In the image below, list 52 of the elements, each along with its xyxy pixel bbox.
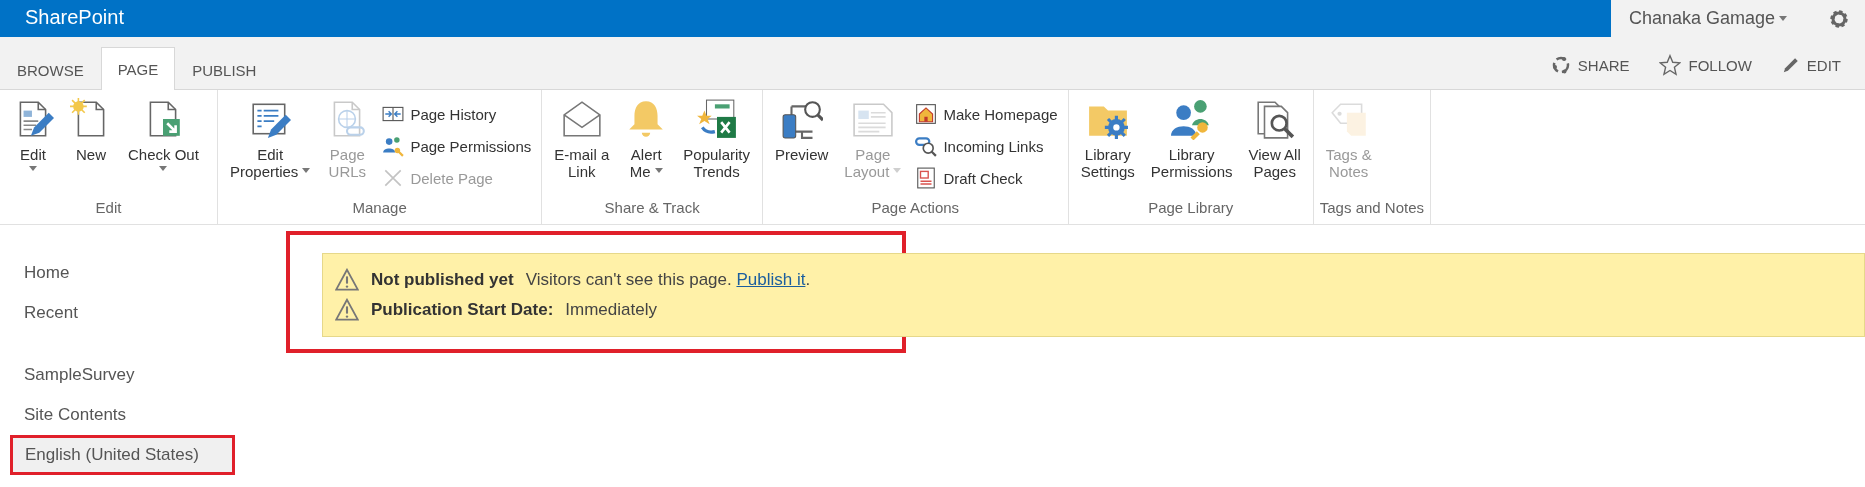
- ribbon-button[interactable]: Make Homepage: [911, 99, 1062, 129]
- pencil-icon: [1781, 56, 1800, 74]
- spreadsheet-star-icon: [695, 98, 738, 140]
- nav-link[interactable]: Home: [10, 253, 84, 293]
- brand-name[interactable]: SharePoint: [0, 0, 1611, 37]
- caret-icon: [1779, 16, 1788, 21]
- status-title: Not published yet: [371, 270, 514, 290]
- house-icon: [915, 103, 938, 125]
- check-document-icon: [915, 167, 938, 189]
- ribbon-button[interactable]: Library Settings: [1074, 98, 1141, 199]
- group-label: Page Actions: [870, 199, 961, 218]
- ribbon-tab[interactable]: PAGE: [100, 47, 176, 90]
- ribbon-button[interactable]: Preview: [769, 98, 835, 199]
- page-action-button[interactable]: FOLLOW: [1653, 45, 1758, 85]
- ribbon-button[interactable]: View All Pages: [1242, 98, 1307, 199]
- ribbon-button[interactable]: Incoming Links: [911, 131, 1062, 161]
- nav-link[interactable]: SampleSurvey: [10, 355, 149, 395]
- page-action-button[interactable]: EDIT: [1775, 45, 1847, 85]
- ribbon-button[interactable]: Popularity Trends: [677, 98, 756, 199]
- group-label: Manage: [351, 199, 408, 218]
- ribbon-button[interactable]: Page Permissions: [378, 131, 536, 161]
- nav-link[interactable]: Site Contents: [10, 395, 141, 435]
- status-message: Visitors can't see this page. Publish it.: [525, 270, 811, 290]
- link-search-icon: [915, 135, 938, 157]
- publish-link[interactable]: Publish it: [736, 270, 806, 289]
- ribbon-button[interactable]: New: [64, 98, 118, 199]
- nav-link[interactable]: Recent: [10, 293, 92, 333]
- warning-icon: [335, 298, 359, 322]
- ribbon-button[interactable]: Edit: [6, 98, 60, 199]
- warning-icon: [335, 268, 359, 292]
- ribbon-button[interactable]: Library Permissions: [1144, 98, 1239, 199]
- ribbon-button[interactable]: E-mail a Link: [548, 98, 616, 199]
- share-icon: [1550, 55, 1571, 75]
- group-label: Tags and Notes: [1319, 199, 1424, 218]
- status-title: Publication Start Date:: [371, 300, 554, 320]
- group-label: Edit: [94, 199, 123, 218]
- page-action-button[interactable]: SHARE: [1544, 45, 1636, 85]
- status-message: Immediately: [565, 300, 657, 320]
- ribbon-tab[interactable]: BROWSE: [0, 49, 101, 90]
- user-menu[interactable]: Chanaka Gamage: [1629, 8, 1788, 29]
- ribbon-button[interactable]: Page History: [378, 99, 536, 129]
- ribbon-button[interactable]: Alert Me: [619, 98, 674, 199]
- group-label: Page Library: [1147, 199, 1235, 218]
- preview-device-icon: [780, 98, 823, 140]
- ribbon-tab[interactable]: PUBLISH: [175, 49, 274, 90]
- nav-link[interactable]: English (United States): [10, 435, 235, 475]
- ribbon-button[interactable]: Edit Properties: [224, 98, 317, 199]
- ribbon-button[interactable]: Draft Check: [911, 163, 1062, 193]
- star-icon: [1659, 54, 1682, 76]
- ribbon-button[interactable]: Check Out: [122, 98, 205, 199]
- group-label: Share & Track: [603, 199, 701, 218]
- people-key-icon: [382, 135, 405, 157]
